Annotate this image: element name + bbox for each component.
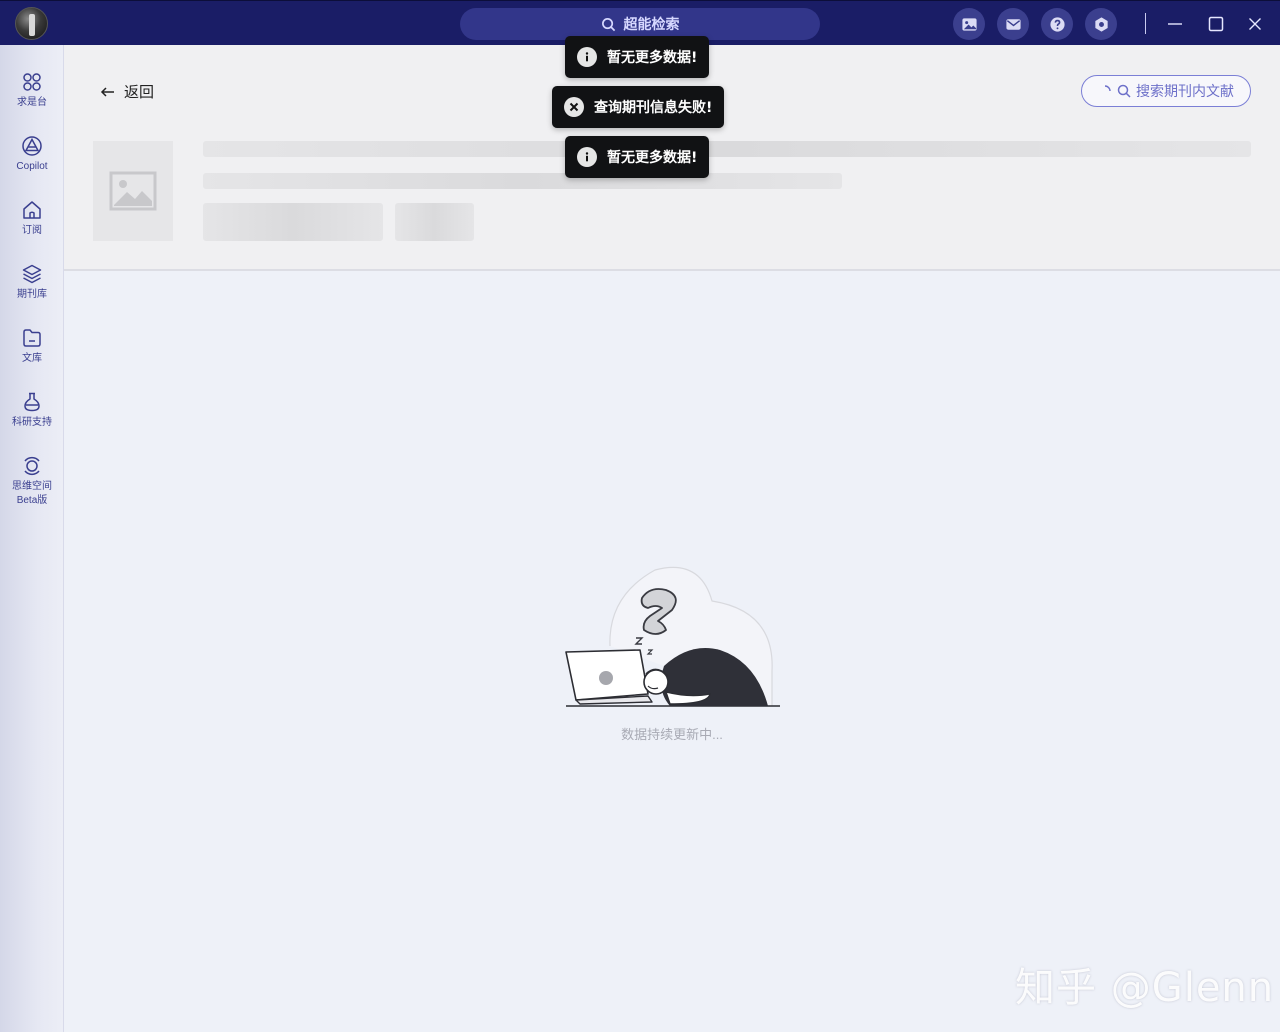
- close-window-button[interactable]: [1242, 11, 1268, 37]
- sidebar-item-label: 求是台: [17, 97, 47, 108]
- sidebar-item-research-support[interactable]: 科研支持: [0, 391, 64, 430]
- skeleton-subtitle-line: [203, 173, 842, 189]
- journal-cover-placeholder: [93, 141, 173, 241]
- search-journal-label: 搜索期刊内文献: [1136, 83, 1234, 99]
- minimize-icon: [1168, 23, 1182, 25]
- back-button[interactable]: 返回: [100, 81, 154, 102]
- user-avatar[interactable]: [15, 7, 48, 40]
- sidebar-item-label: Copilot: [16, 161, 48, 172]
- sidebar-item-label: 科研支持: [12, 417, 52, 428]
- loading-spinner-icon: [1104, 85, 1111, 92]
- message-button[interactable]: [997, 8, 1029, 40]
- maximize-icon: [1208, 16, 1224, 32]
- sidebar: 求是台 Copilot 订阅 期刊库 文库 科研支持 思维空间 Beta版: [0, 45, 64, 1032]
- sidebar-item-label: 期刊库: [17, 289, 47, 300]
- image-button[interactable]: [953, 8, 985, 40]
- toast-message: 暂无更多数据!: [607, 150, 698, 166]
- sidebar-item-journals[interactable]: 期刊库: [0, 263, 64, 302]
- mail-icon: [1005, 18, 1021, 30]
- toast-error: 查询期刊信息失败!: [552, 86, 725, 128]
- back-label: 返回: [124, 84, 155, 101]
- grid-icon: [23, 73, 41, 91]
- maximize-button[interactable]: [1203, 11, 1229, 37]
- toast-info: 暂无更多数据!: [565, 136, 710, 178]
- sidebar-item-library[interactable]: 文库: [0, 327, 64, 366]
- error-icon: [564, 97, 584, 117]
- triangle-logo-icon: [22, 136, 42, 156]
- home-icon: [23, 201, 41, 219]
- skeleton-button: [203, 203, 383, 241]
- info-icon: [577, 47, 597, 67]
- search-journal-button[interactable]: 搜索期刊内文献: [1081, 75, 1251, 107]
- super-search-label: 超能检索: [623, 17, 680, 33]
- orbit-icon: [24, 456, 40, 476]
- arrow-left-icon: [100, 86, 114, 97]
- toast-info: 暂无更多数据!: [565, 36, 710, 78]
- search-icon: [1117, 84, 1131, 98]
- toast-message: 查询期刊信息失败!: [594, 100, 713, 116]
- sidebar-item-label: 订阅: [22, 225, 42, 236]
- settings-icon: [1094, 16, 1108, 32]
- close-icon: [1249, 18, 1261, 30]
- titlebar-divider: [1145, 13, 1146, 34]
- sidebar-item-thinking-space[interactable]: 思维空间 Beta版: [0, 455, 64, 508]
- toast-message: 暂无更多数据!: [607, 50, 698, 66]
- help-button[interactable]: [1041, 8, 1073, 40]
- search-icon: [601, 17, 615, 31]
- sidebar-item-qiushitai[interactable]: 求是台: [0, 71, 64, 110]
- help-icon: [1049, 16, 1065, 32]
- image-placeholder-icon: [109, 171, 157, 211]
- folder-icon: [23, 329, 41, 347]
- watermark: 知乎 @Glenn: [1015, 965, 1275, 1011]
- minimize-button[interactable]: [1162, 11, 1188, 37]
- empty-state-illustration: [560, 566, 782, 711]
- sidebar-item-sublabel: Beta版: [16, 495, 48, 506]
- sidebar-item-subscribe[interactable]: 订阅: [0, 199, 64, 238]
- info-icon: [577, 147, 597, 167]
- image-icon: [961, 17, 977, 31]
- skeleton-tag: [395, 203, 474, 241]
- sidebar-item-label: 思维空间: [12, 481, 52, 492]
- layers-icon: [22, 264, 42, 284]
- skeleton-title-line: [203, 141, 1251, 157]
- empty-state-text: 数据持续更新中...: [621, 727, 723, 742]
- sidebar-item-copilot[interactable]: Copilot: [0, 135, 64, 174]
- settings-button[interactable]: [1085, 8, 1117, 40]
- sidebar-item-label: 文库: [22, 353, 42, 364]
- flask-icon: [24, 392, 40, 412]
